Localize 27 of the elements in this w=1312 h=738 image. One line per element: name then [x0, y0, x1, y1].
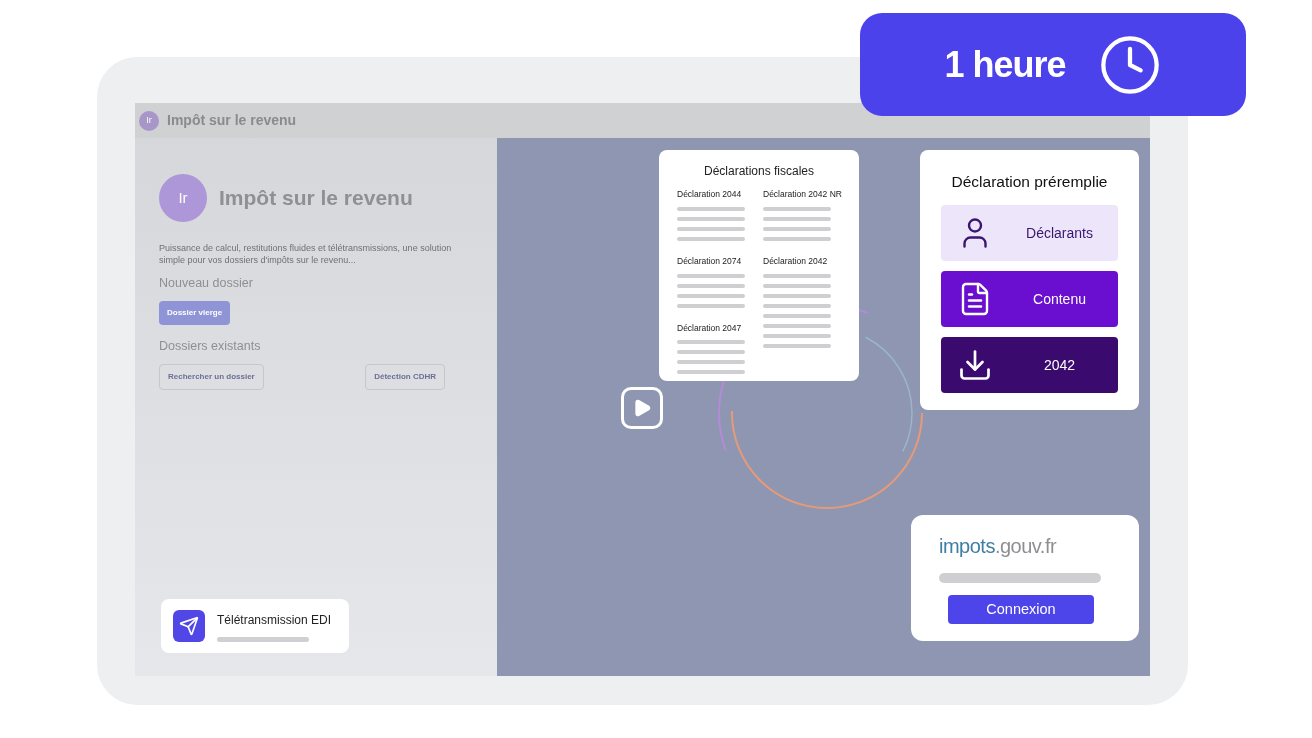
prefill-title: Déclaration préremplie [950, 172, 1109, 192]
duration-text: 1 heure [944, 42, 1066, 87]
play-icon [632, 398, 652, 418]
app-logo: Ir [139, 110, 159, 131]
play-button[interactable] [621, 387, 663, 429]
description-text: Puissance de calcul, restitutions fluides et télétransmissions, une solution simple pour vos dossiers d'impôts sur le revenu... [159, 242, 453, 266]
section-heading: Dossiers existants [159, 337, 262, 355]
edi-title: Télétransmission EDI [217, 611, 332, 629]
declaration-title: Déclaration 2044 [677, 188, 743, 201]
logo-suffix: .gouv.fr [994, 534, 1057, 559]
declaration-title: Déclaration 2047 [677, 321, 743, 335]
declaration-title: Déclaration 2042 [763, 254, 829, 268]
declaration-title: Déclaration 2074 [677, 254, 743, 268]
fiscal-title: Déclarations fiscales [702, 163, 815, 180]
login-button[interactable]: Connexion [948, 595, 1094, 624]
prefill-button[interactable]: 2042 [941, 337, 1118, 394]
outline-button[interactable]: Rechercher un dossier [159, 363, 264, 390]
declaration-title: Déclaration 2042 NR [763, 188, 841, 201]
prefill-button[interactable]: Déclarants [941, 205, 1118, 262]
logo-text: impots [939, 534, 995, 559]
hero-title: Impôt sur le revenu [219, 185, 413, 212]
send-icon [179, 616, 199, 636]
section-heading: Nouveau dossier [159, 275, 254, 292]
prefill-button[interactable]: Contenu [941, 271, 1118, 328]
app-logo: Ir [159, 174, 207, 222]
outline-button[interactable]: Détection CDHR [365, 363, 445, 390]
app-title: Impôt sur le revenu [167, 111, 297, 130]
